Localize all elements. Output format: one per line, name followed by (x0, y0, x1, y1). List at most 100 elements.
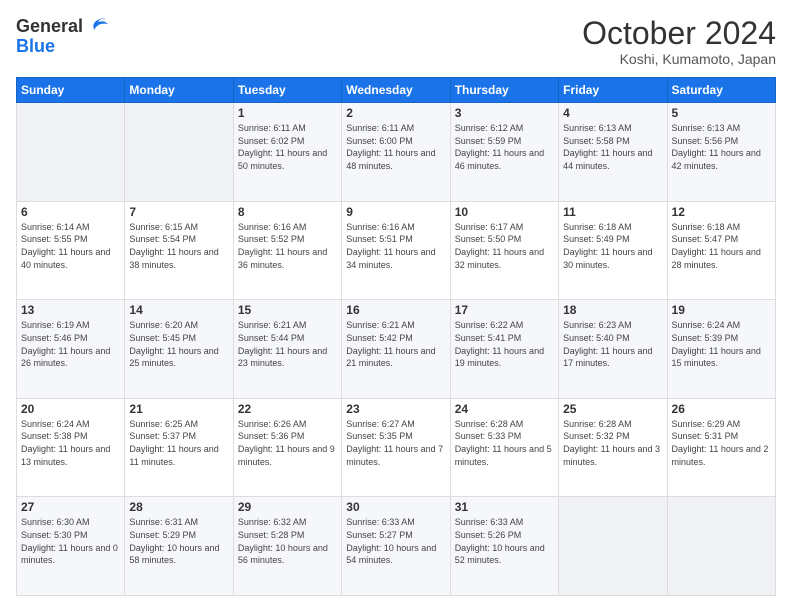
logo-blue: Blue (16, 36, 112, 57)
month-title: October 2024 (582, 16, 776, 51)
day-number: 12 (672, 205, 771, 219)
day-number: 25 (563, 402, 662, 416)
calendar-cell: 22 Sunrise: 6:26 AM Sunset: 5:36 PM Dayli… (233, 398, 341, 497)
page: General Blue October 2024 Koshi, Kumamot… (0, 0, 792, 612)
calendar-week-row: 20 Sunrise: 6:24 AM Sunset: 5:38 PM Dayli… (17, 398, 776, 497)
cell-content: Sunrise: 6:28 AM Sunset: 5:32 PM Dayligh… (563, 418, 662, 468)
day-number: 18 (563, 303, 662, 317)
calendar-cell: 1 Sunrise: 6:11 AM Sunset: 6:02 PM Daylig… (233, 103, 341, 202)
day-number: 7 (129, 205, 228, 219)
day-number: 21 (129, 402, 228, 416)
calendar-cell: 11 Sunrise: 6:18 AM Sunset: 5:49 PM Dayli… (559, 201, 667, 300)
day-number: 16 (346, 303, 445, 317)
day-number: 5 (672, 106, 771, 120)
calendar-day-header: Thursday (450, 78, 558, 103)
day-number: 23 (346, 402, 445, 416)
calendar-cell: 30 Sunrise: 6:33 AM Sunset: 5:27 PM Dayli… (342, 497, 450, 596)
logo-general: General (16, 16, 112, 38)
cell-content: Sunrise: 6:20 AM Sunset: 5:45 PM Dayligh… (129, 319, 228, 369)
calendar-cell: 8Sunrise: 6:16 AM Sunset: 5:52 PM Daylig… (233, 201, 341, 300)
day-number: 1 (238, 106, 337, 120)
calendar-cell: 24 Sunrise: 6:28 AM Sunset: 5:33 PM Dayli… (450, 398, 558, 497)
day-number: 29 (238, 500, 337, 514)
calendar-cell: 5 Sunrise: 6:13 AM Sunset: 5:56 PM Daylig… (667, 103, 775, 202)
cell-content: Sunrise: 6:33 AM Sunset: 5:26 PM Dayligh… (455, 516, 554, 566)
day-number: 6 (21, 205, 120, 219)
day-number: 3 (455, 106, 554, 120)
calendar-week-row: 1 Sunrise: 6:11 AM Sunset: 6:02 PM Daylig… (17, 103, 776, 202)
day-number: 20 (21, 402, 120, 416)
calendar-cell (17, 103, 125, 202)
cell-content: Sunrise: 6:24 AM Sunset: 5:39 PM Dayligh… (672, 319, 771, 369)
cell-content: Sunrise: 6:19 AM Sunset: 5:46 PM Dayligh… (21, 319, 120, 369)
cell-content: Sunrise: 6:26 AM Sunset: 5:36 PM Dayligh… (238, 418, 337, 468)
day-number: 15 (238, 303, 337, 317)
calendar-cell: 16Sunrise: 6:21 AM Sunset: 5:42 PM Dayli… (342, 300, 450, 399)
calendar-cell: 18 Sunrise: 6:23 AM Sunset: 5:40 PM Dayli… (559, 300, 667, 399)
calendar-cell: 28 Sunrise: 6:31 AM Sunset: 5:29 PM Dayli… (125, 497, 233, 596)
cell-content: Sunrise: 6:18 AM Sunset: 5:49 PM Dayligh… (563, 221, 662, 271)
calendar-cell: 4Sunrise: 6:13 AM Sunset: 5:58 PM Daylig… (559, 103, 667, 202)
calendar-week-row: 27 Sunrise: 6:30 AM Sunset: 5:30 PM Dayli… (17, 497, 776, 596)
calendar-cell: 6Sunrise: 6:14 AM Sunset: 5:55 PM Daylig… (17, 201, 125, 300)
calendar-cell (125, 103, 233, 202)
cell-content: Sunrise: 6:24 AM Sunset: 5:38 PM Dayligh… (21, 418, 120, 468)
calendar-day-header: Monday (125, 78, 233, 103)
cell-content: Sunrise: 6:18 AM Sunset: 5:47 PM Dayligh… (672, 221, 771, 271)
day-number: 9 (346, 205, 445, 219)
calendar-cell: 10Sunrise: 6:17 AM Sunset: 5:50 PM Dayli… (450, 201, 558, 300)
calendar-cell: 20 Sunrise: 6:24 AM Sunset: 5:38 PM Dayli… (17, 398, 125, 497)
cell-content: Sunrise: 6:16 AM Sunset: 5:51 PM Dayligh… (346, 221, 445, 271)
day-number: 19 (672, 303, 771, 317)
day-number: 13 (21, 303, 120, 317)
day-number: 24 (455, 402, 554, 416)
logo-bird-icon (90, 16, 112, 38)
calendar-cell: 25 Sunrise: 6:28 AM Sunset: 5:32 PM Dayli… (559, 398, 667, 497)
calendar-day-header: Wednesday (342, 78, 450, 103)
calendar-cell: 12 Sunrise: 6:18 AM Sunset: 5:47 PM Dayli… (667, 201, 775, 300)
cell-content: Sunrise: 6:23 AM Sunset: 5:40 PM Dayligh… (563, 319, 662, 369)
title-area: October 2024 Koshi, Kumamoto, Japan (582, 16, 776, 67)
calendar-cell: 19 Sunrise: 6:24 AM Sunset: 5:39 PM Dayli… (667, 300, 775, 399)
day-number: 28 (129, 500, 228, 514)
calendar-day-header: Tuesday (233, 78, 341, 103)
calendar-cell: 31 Sunrise: 6:33 AM Sunset: 5:26 PM Dayli… (450, 497, 558, 596)
calendar-cell: 3 Sunrise: 6:12 AM Sunset: 5:59 PM Daylig… (450, 103, 558, 202)
cell-content: Sunrise: 6:25 AM Sunset: 5:37 PM Dayligh… (129, 418, 228, 468)
location: Koshi, Kumamoto, Japan (582, 51, 776, 67)
day-number: 10 (455, 205, 554, 219)
cell-content: Sunrise: 6:33 AM Sunset: 5:27 PM Dayligh… (346, 516, 445, 566)
calendar-cell: 9 Sunrise: 6:16 AM Sunset: 5:51 PM Daylig… (342, 201, 450, 300)
day-number: 8 (238, 205, 337, 219)
day-number: 31 (455, 500, 554, 514)
day-number: 27 (21, 500, 120, 514)
cell-content: Sunrise: 6:15 AM Sunset: 5:54 PM Dayligh… (129, 221, 228, 271)
calendar-cell: 29 Sunrise: 6:32 AM Sunset: 5:28 PM Dayli… (233, 497, 341, 596)
cell-content: Sunrise: 6:11 AM Sunset: 6:02 PM Dayligh… (238, 122, 337, 172)
cell-content: Sunrise: 6:22 AM Sunset: 5:41 PM Dayligh… (455, 319, 554, 369)
calendar-cell: 27 Sunrise: 6:30 AM Sunset: 5:30 PM Dayli… (17, 497, 125, 596)
calendar-cell: 7 Sunrise: 6:15 AM Sunset: 5:54 PM Daylig… (125, 201, 233, 300)
day-number: 22 (238, 402, 337, 416)
cell-content: Sunrise: 6:27 AM Sunset: 5:35 PM Dayligh… (346, 418, 445, 468)
day-number: 11 (563, 205, 662, 219)
calendar-cell: 23 Sunrise: 6:27 AM Sunset: 5:35 PM Dayli… (342, 398, 450, 497)
cell-content: Sunrise: 6:32 AM Sunset: 5:28 PM Dayligh… (238, 516, 337, 566)
calendar-cell: 13 Sunrise: 6:19 AM Sunset: 5:46 PM Dayli… (17, 300, 125, 399)
cell-content: Sunrise: 6:28 AM Sunset: 5:33 PM Dayligh… (455, 418, 554, 468)
day-number: 17 (455, 303, 554, 317)
cell-content: Sunrise: 6:13 AM Sunset: 5:58 PM Dayligh… (563, 122, 662, 172)
cell-content: Sunrise: 6:12 AM Sunset: 5:59 PM Dayligh… (455, 122, 554, 172)
calendar-cell: 15Sunrise: 6:21 AM Sunset: 5:44 PM Dayli… (233, 300, 341, 399)
calendar-cell: 21 Sunrise: 6:25 AM Sunset: 5:37 PM Dayli… (125, 398, 233, 497)
cell-content: Sunrise: 6:30 AM Sunset: 5:30 PM Dayligh… (21, 516, 120, 566)
calendar-cell: 17 Sunrise: 6:22 AM Sunset: 5:41 PM Dayli… (450, 300, 558, 399)
calendar-table: SundayMondayTuesdayWednesdayThursdayFrid… (16, 77, 776, 596)
cell-content: Sunrise: 6:13 AM Sunset: 5:56 PM Dayligh… (672, 122, 771, 172)
calendar-week-row: 6Sunrise: 6:14 AM Sunset: 5:55 PM Daylig… (17, 201, 776, 300)
calendar-cell: 2Sunrise: 6:11 AM Sunset: 6:00 PM Daylig… (342, 103, 450, 202)
logo: General Blue (16, 16, 112, 57)
calendar-cell: 26Sunrise: 6:29 AM Sunset: 5:31 PM Dayli… (667, 398, 775, 497)
cell-content: Sunrise: 6:31 AM Sunset: 5:29 PM Dayligh… (129, 516, 228, 566)
day-number: 30 (346, 500, 445, 514)
